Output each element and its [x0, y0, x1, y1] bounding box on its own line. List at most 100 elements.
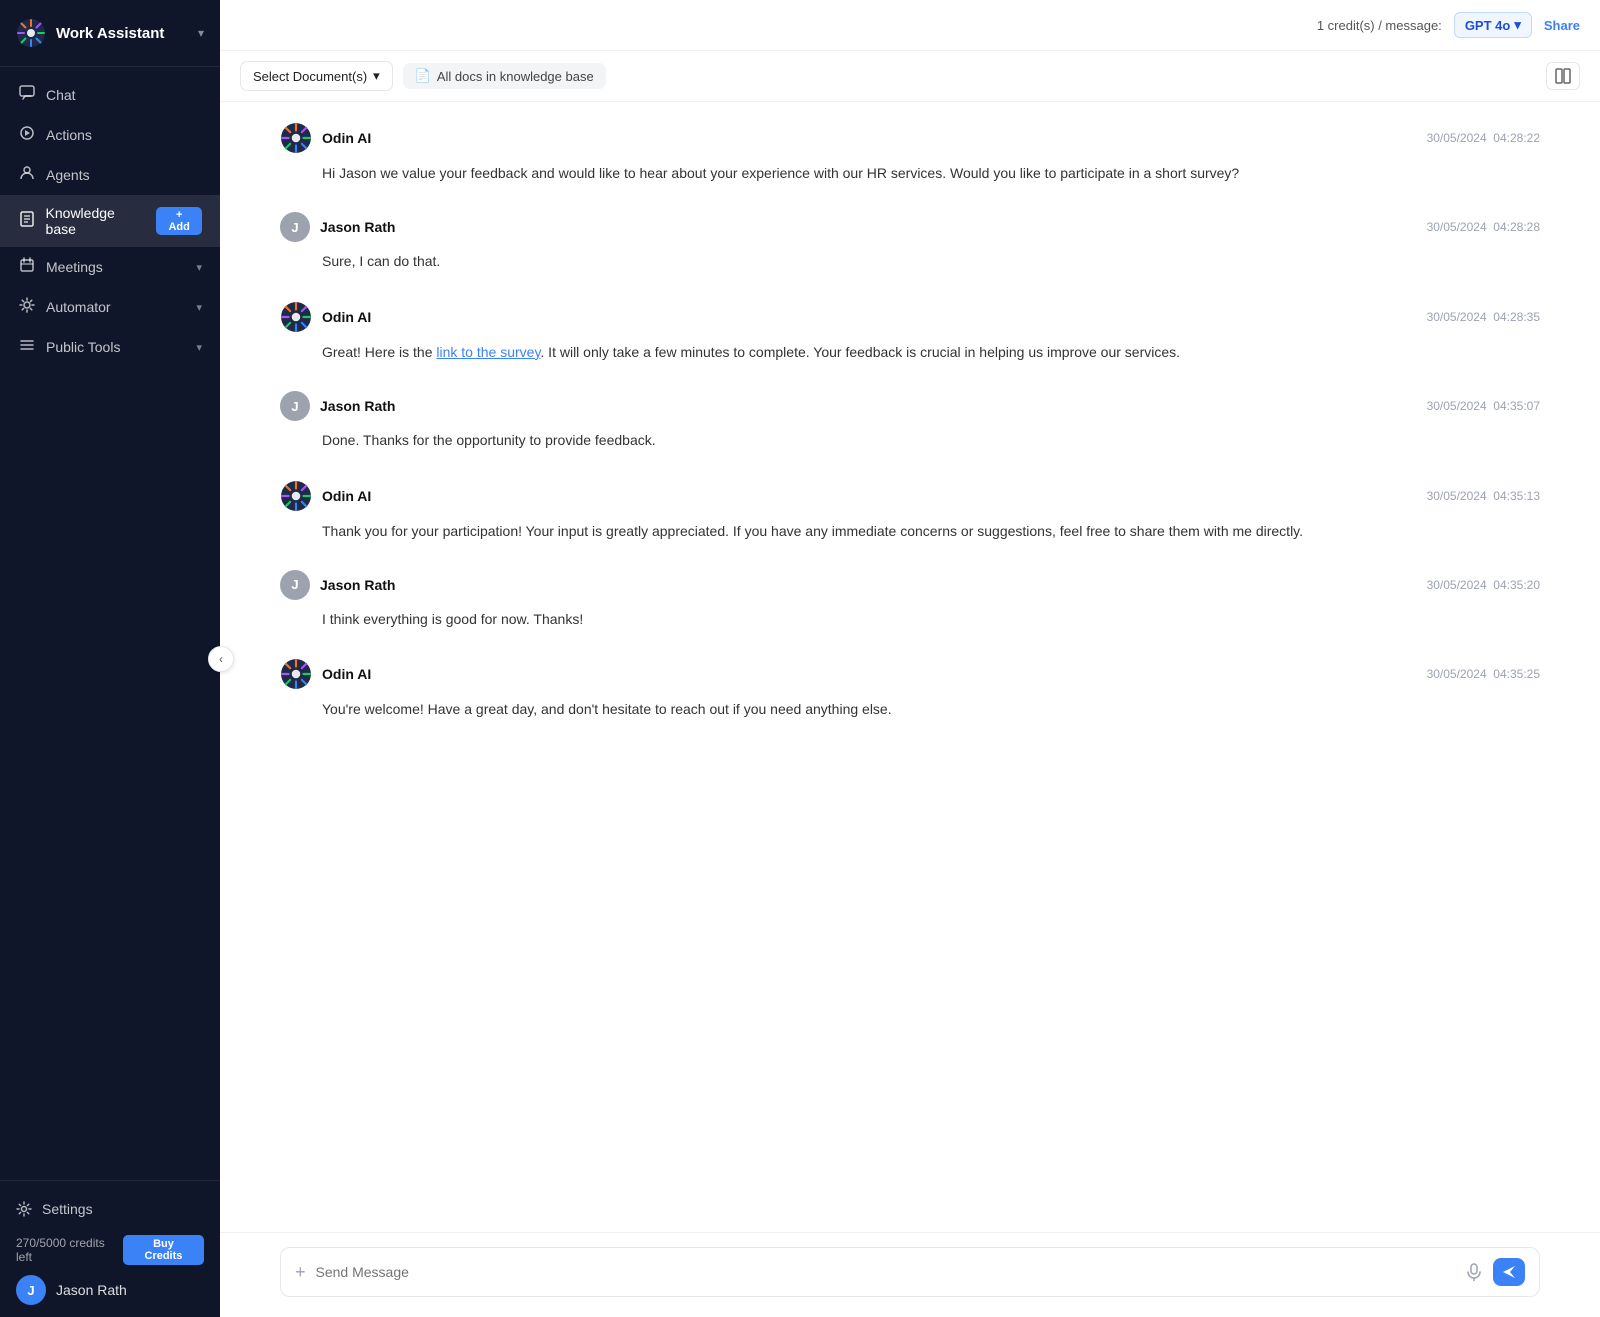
automator-icon: [18, 297, 36, 317]
sidebar: Work Assistant ▾ Chat Actions Agents: [0, 0, 220, 1317]
public-tools-chevron-icon: ▾: [196, 341, 202, 354]
message-timestamp: 30/05/2024 04:35:25: [1427, 667, 1540, 681]
attach-icon[interactable]: +: [295, 1262, 306, 1283]
chat-icon: [18, 85, 36, 105]
odin-avatar: [280, 658, 312, 690]
all-docs-tag: 📄 All docs in knowledge base: [403, 63, 606, 89]
topbar: 1 credit(s) / message: GPT 4o ▾ Share: [220, 0, 1600, 51]
sender-name: Jason Rath: [320, 398, 395, 414]
credits-text: 270/5000 credits left: [16, 1236, 123, 1264]
knowledge-base-icon: [18, 211, 36, 231]
odin-logo-icon: [16, 18, 46, 48]
message-block: J Jason Rath 30/05/2024 04:35:20 I think…: [280, 570, 1540, 630]
model-label: GPT 4o: [1465, 18, 1511, 33]
odin-avatar: [280, 480, 312, 512]
model-selector[interactable]: GPT 4o ▾: [1454, 12, 1532, 38]
sender-name: Jason Rath: [320, 577, 395, 593]
message-header: Odin AI 30/05/2024 04:28:35: [280, 301, 1540, 333]
sidebar-item-public-tools[interactable]: Public Tools ▾: [0, 327, 220, 367]
user-avatar: J: [280, 570, 310, 600]
sidebar-item-actions[interactable]: Actions: [0, 115, 220, 155]
meetings-icon: [18, 257, 36, 277]
message-body: Sure, I can do that.: [280, 250, 1540, 272]
message-body: I think everything is good for now. Than…: [280, 608, 1540, 630]
buy-credits-button[interactable]: Buy Credits: [123, 1235, 204, 1265]
collapse-sidebar-button[interactable]: ‹: [208, 646, 234, 672]
message-timestamp: 30/05/2024 04:28:28: [1427, 220, 1540, 234]
sidebar-chevron-icon[interactable]: ▾: [198, 26, 204, 40]
sender-name: Odin AI: [322, 488, 371, 504]
message-sender: J Jason Rath: [280, 212, 395, 242]
message-sender: J Jason Rath: [280, 570, 395, 600]
message-body: Hi Jason we value your feedback and woul…: [280, 162, 1540, 184]
avatar: J: [16, 1275, 46, 1305]
sidebar-logo[interactable]: Work Assistant: [16, 18, 164, 48]
sender-name: Jason Rath: [320, 219, 395, 235]
select-documents-chevron-icon: ▾: [373, 68, 380, 84]
select-documents-label: Select Document(s): [253, 69, 367, 84]
odin-avatar: [280, 122, 312, 154]
message-sender: Odin AI: [280, 480, 371, 512]
chat-area: Odin AI 30/05/2024 04:28:22 Hi Jason we …: [220, 102, 1600, 1232]
message-body: Thank you for your participation! Your i…: [280, 520, 1540, 542]
automator-chevron-icon: ▾: [196, 301, 202, 314]
send-button[interactable]: [1493, 1258, 1525, 1286]
message-timestamp: 30/05/2024 04:35:07: [1427, 399, 1540, 413]
message-header: Odin AI 30/05/2024 04:35:13: [280, 480, 1540, 512]
knowledge-base-add-button[interactable]: + Add: [156, 207, 202, 235]
sender-name: Odin AI: [322, 309, 371, 325]
sidebar-item-label: Actions: [46, 127, 92, 143]
sidebar-item-chat[interactable]: Chat: [0, 75, 220, 115]
select-documents-button[interactable]: Select Document(s) ▾: [240, 61, 393, 91]
doc-tag-label: All docs in knowledge base: [437, 69, 594, 84]
sidebar-item-label: Public Tools: [46, 339, 120, 355]
sidebar-item-agents[interactable]: Agents: [0, 155, 220, 195]
user-row[interactable]: J Jason Rath: [16, 1275, 204, 1305]
message-block: Odin AI 30/05/2024 04:35:25 You're welco…: [280, 658, 1540, 720]
layout-icon: [1555, 68, 1571, 84]
sidebar-item-automator[interactable]: Automator ▾: [0, 287, 220, 327]
layout-toggle-button[interactable]: [1546, 62, 1580, 90]
message-body: You're welcome! Have a great day, and do…: [280, 698, 1540, 720]
sidebar-item-meetings[interactable]: Meetings ▾: [0, 247, 220, 287]
settings-label: Settings: [42, 1201, 93, 1217]
message-header: J Jason Rath 30/05/2024 04:35:07: [280, 391, 1540, 421]
sender-name: Odin AI: [322, 130, 371, 146]
user-avatar: J: [280, 391, 310, 421]
actions-icon: [18, 125, 36, 145]
credits-bar: 270/5000 credits left Buy Credits: [16, 1235, 204, 1265]
mic-button[interactable]: [1465, 1263, 1483, 1281]
sidebar-title: Work Assistant: [56, 25, 164, 42]
message-block: Odin AI 30/05/2024 04:28:35 Great! Here …: [280, 301, 1540, 363]
settings-item[interactable]: Settings: [16, 1193, 204, 1225]
survey-link[interactable]: link to the survey: [436, 344, 540, 360]
send-icon: [1501, 1264, 1517, 1280]
message-block: Odin AI 30/05/2024 04:28:22 Hi Jason we …: [280, 122, 1540, 184]
message-sender: J Jason Rath: [280, 391, 395, 421]
sidebar-footer: Settings 270/5000 credits left Buy Credi…: [0, 1180, 220, 1317]
message-header: Odin AI 30/05/2024 04:28:22: [280, 122, 1540, 154]
credits-per-message-label: 1 credit(s) / message:: [1317, 18, 1442, 33]
message-input-box: +: [280, 1247, 1540, 1297]
message-timestamp: 30/05/2024 04:28:22: [1427, 131, 1540, 145]
sidebar-item-label: Chat: [46, 87, 76, 103]
sidebar-header: Work Assistant ▾: [0, 0, 220, 67]
message-block: J Jason Rath 30/05/2024 04:35:07 Done. T…: [280, 391, 1540, 451]
mic-icon: [1465, 1263, 1483, 1281]
message-block: J Jason Rath 30/05/2024 04:28:28 Sure, I…: [280, 212, 1540, 272]
sidebar-item-label: Knowledge base: [46, 205, 147, 237]
share-button[interactable]: Share: [1544, 18, 1580, 33]
message-header: Odin AI 30/05/2024 04:35:25: [280, 658, 1540, 690]
settings-icon: [16, 1201, 32, 1217]
message-input[interactable]: [316, 1264, 1455, 1280]
message-body: Great! Here is the link to the survey. I…: [280, 341, 1540, 363]
message-timestamp: 30/05/2024 04:35:20: [1427, 578, 1540, 592]
message-header: J Jason Rath 30/05/2024 04:28:28: [280, 212, 1540, 242]
message-timestamp: 30/05/2024 04:28:35: [1427, 310, 1540, 324]
sidebar-nav: Chat Actions Agents Knowledge base + Add: [0, 67, 220, 1180]
message-body: Done. Thanks for the opportunity to prov…: [280, 429, 1540, 451]
doc-bar: Select Document(s) ▾ 📄 All docs in knowl…: [220, 51, 1600, 102]
sidebar-item-knowledge-base[interactable]: Knowledge base + Add: [0, 195, 220, 247]
user-name: Jason Rath: [56, 1282, 127, 1298]
agents-icon: [18, 165, 36, 185]
